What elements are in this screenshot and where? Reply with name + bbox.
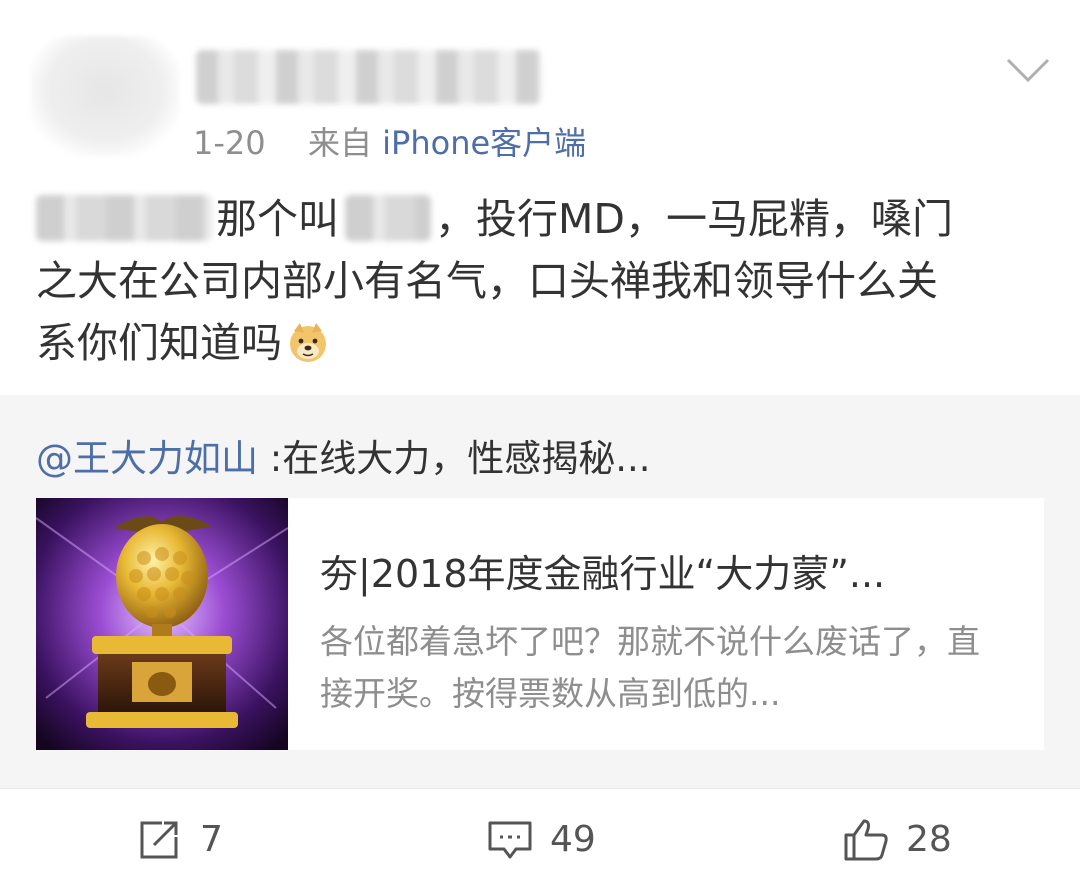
article-card[interactable]: 夯|2018年度金融行业“大力蒙”... 各位都着急坏了吧？那就不说什么废话了，… <box>36 498 1044 750</box>
post-date: 1-20 <box>193 124 266 162</box>
like-count: 28 <box>906 818 952 860</box>
share-button[interactable]: 7 <box>136 811 223 867</box>
post-text-line1a: 那个叫 <box>216 195 339 243</box>
post-meta: 1-20 来自 iPhone客户端 <box>193 118 586 164</box>
post-text: 那个叫 ，投行MD，一马屁精，嗓门 之大在公司内部小有名气，口头禅我和领导什么关 … <box>36 188 1046 374</box>
comment-button[interactable]: 49 <box>486 811 596 867</box>
source-prefix: 来自 <box>307 124 383 162</box>
comment-count: 49 <box>550 818 596 860</box>
repost-body: :在线大力，性感揭秘... <box>258 437 651 480</box>
author-name-redacted[interactable] <box>196 50 541 104</box>
comment-icon <box>486 815 534 863</box>
like-button[interactable]: 28 <box>842 811 952 867</box>
avatar[interactable] <box>30 36 180 156</box>
doge-emoji-icon <box>286 320 330 364</box>
action-bar: 7 49 28 <box>0 788 1080 891</box>
redacted-text <box>36 195 212 241</box>
repost-text: @王大力如山 :在线大力，性感揭秘... <box>36 428 651 482</box>
redacted-name <box>345 195 431 241</box>
post-text-line3: 系你们知道吗 <box>36 319 282 367</box>
share-count: 7 <box>200 818 223 860</box>
share-icon <box>136 815 184 863</box>
card-description: 各位都着急坏了吧？那就不说什么废话了，直接开奖。按得票数从高到低的... <box>320 622 980 713</box>
post-text-line1b: ，投行MD，一马屁精，嗓门 <box>435 195 953 243</box>
thumbs-up-icon <box>842 815 890 863</box>
weibo-post: 1-20 来自 iPhone客户端 那个叫 ，投行MD，一马屁精，嗓门 之大在公司… <box>0 0 1080 891</box>
golden-raspberry-trophy-image <box>36 498 288 750</box>
repost-mention[interactable]: @王大力如山 <box>36 437 258 480</box>
card-title: 夯|2018年度金融行业“大力蒙”... <box>320 552 886 596</box>
post-text-line2: 之大在公司内部小有名气，口头禅我和领导什么关 <box>36 257 938 305</box>
post-source[interactable]: iPhone客户端 <box>382 124 586 162</box>
chevron-down-icon[interactable] <box>1000 50 1056 90</box>
